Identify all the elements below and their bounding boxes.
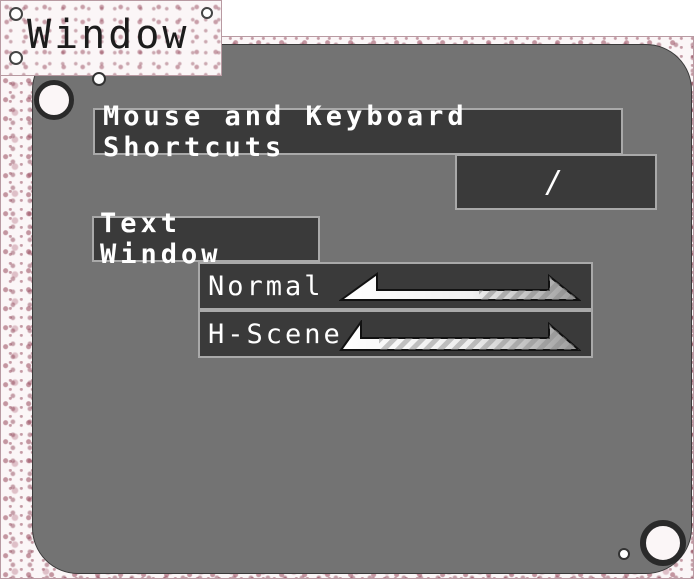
option-row-normal[interactable]: Normal [198, 262, 593, 310]
tab-dot-bl [9, 51, 23, 65]
option-label-normal: Normal [208, 270, 324, 302]
option-row-hscene[interactable]: H-Scene [198, 310, 593, 358]
shortcuts-value: / [544, 164, 568, 200]
corner-ring-top-left [34, 80, 74, 120]
shortcuts-value-box[interactable]: / [455, 154, 657, 210]
tab-dot-tl [9, 7, 23, 21]
left-arrow-icon[interactable] [339, 320, 581, 352]
tab-dot-tr [201, 7, 213, 19]
tab-title: Window [27, 12, 190, 58]
corner-ring-bottom-right-small [618, 548, 630, 560]
option-label-hscene: H-Scene [208, 318, 343, 350]
corner-ring-top-left-small [92, 72, 106, 86]
text-window-heading-label: Text Window [100, 208, 222, 270]
window-tab: Window [0, 0, 222, 76]
left-arrow-icon[interactable] [339, 272, 581, 304]
text-window-heading: Text Window [92, 208, 320, 270]
shortcuts-heading: Mouse and Keyboard Shortcuts [93, 101, 623, 163]
corner-ring-bottom-right [640, 520, 686, 566]
